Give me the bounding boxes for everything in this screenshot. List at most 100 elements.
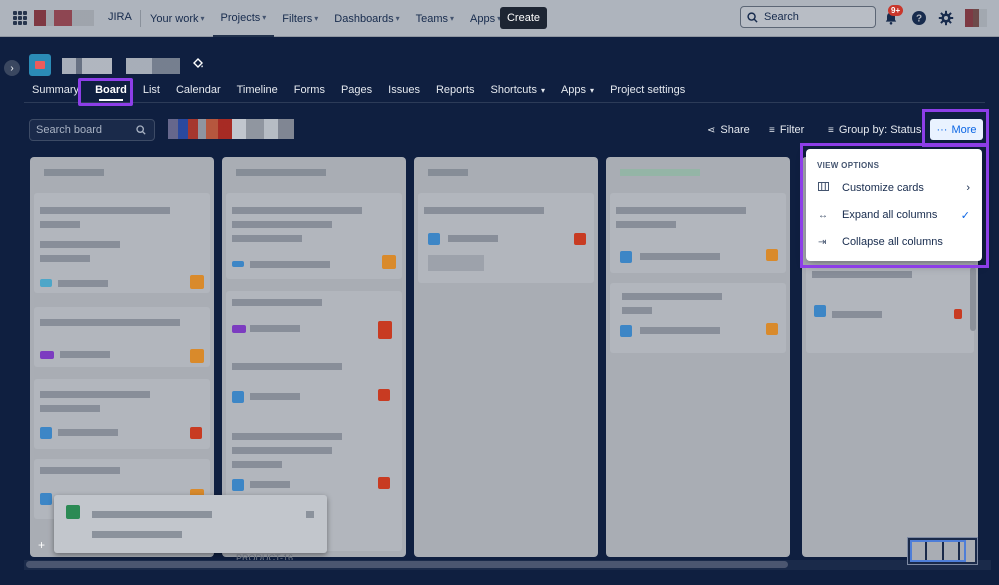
paint-icon[interactable]: [192, 57, 204, 72]
tab-label: Project settings: [610, 84, 686, 96]
search-placeholder: Search: [764, 11, 799, 23]
tab-apps[interactable]: Apps ▾: [553, 80, 602, 102]
tab-label: Forms: [293, 84, 325, 96]
chevron-down-icon: ▾: [262, 13, 267, 22]
issue-card[interactable]: [418, 193, 594, 283]
tab-calendar[interactable]: Calendar: [168, 80, 229, 102]
issue-card[interactable]: [610, 283, 786, 353]
horizontal-scrollbar[interactable]: [24, 560, 991, 570]
nav-label: Filters: [282, 12, 313, 25]
chevron-down-icon: ▾: [200, 14, 205, 23]
tab-label: Pages: [340, 84, 373, 96]
search-icon: [747, 11, 758, 23]
issue-card[interactable]: [34, 307, 210, 367]
help-icon[interactable]: ?: [910, 9, 928, 27]
tab-timeline[interactable]: Timeline: [229, 80, 286, 102]
add-icon[interactable]: +: [38, 538, 45, 552]
settings-icon[interactable]: [937, 9, 955, 27]
task-icon: [40, 493, 52, 505]
column-scrollbar[interactable]: [970, 267, 976, 331]
column-header: [236, 169, 326, 176]
nav-label: Dashboards: [334, 12, 394, 25]
tab-list[interactable]: List: [135, 80, 168, 102]
column-header: [44, 169, 104, 176]
tab-issues[interactable]: Issues: [380, 80, 428, 102]
nav-dashboards[interactable]: Dashboards ▾: [326, 0, 407, 37]
board-search-placeholder: Search board: [36, 124, 103, 136]
tab-pages[interactable]: Pages: [333, 80, 380, 102]
chevron-down-icon: ▾: [395, 14, 400, 23]
tab-label: Issues: [388, 84, 420, 96]
issue-card[interactable]: [806, 263, 974, 353]
task-icon: [232, 391, 244, 403]
group-by-label: Group by: Status: [838, 124, 922, 136]
chevron-down-icon: ▾: [540, 86, 545, 95]
tab-forms[interactable]: Forms: [286, 80, 333, 102]
minimap-viewport[interactable]: [910, 540, 966, 562]
dragging-issue-card[interactable]: [54, 495, 327, 553]
task-icon: [232, 261, 244, 267]
assignee-avatar: [766, 249, 778, 261]
tab-label: Reports: [435, 84, 475, 96]
chevron-down-icon: ▾: [450, 14, 455, 23]
assignee-avatar: [190, 349, 204, 363]
board-column: [606, 157, 790, 557]
notification-badge: 9+: [888, 5, 904, 16]
filter-button[interactable]: ≡ Filter: [769, 121, 804, 139]
issue-card[interactable]: [610, 193, 786, 273]
nav-projects[interactable]: Projects ▾: [212, 0, 275, 37]
task-icon: [814, 305, 826, 317]
search-icon: [136, 125, 146, 135]
expand-sidebar-button[interactable]: ›: [4, 60, 20, 76]
assignee-avatar: [190, 427, 202, 439]
board-column: [414, 157, 598, 557]
issue-card[interactable]: [34, 193, 210, 293]
chevron-right-icon: ›: [10, 62, 14, 74]
nav-label: Your work: [150, 12, 199, 25]
column-header: [620, 169, 700, 176]
tab-label: Summary: [32, 84, 80, 96]
assignee-avatar: [382, 255, 396, 269]
tab-label: Shortcuts: [490, 84, 537, 96]
top-navigation-bar: JIRA Your work ▾ Projects ▾ Filters ▾ Dashb…: [0, 0, 999, 37]
assignee-avatars[interactable]: [168, 119, 294, 139]
assignee-avatar: [574, 233, 586, 245]
share-icon: ⋖: [707, 124, 716, 136]
scrollbar-thumb[interactable]: [26, 561, 788, 568]
story-icon: [40, 279, 52, 287]
tab-label: List: [142, 84, 160, 96]
user-avatar[interactable]: [965, 9, 987, 27]
create-button[interactable]: Create: [500, 7, 547, 29]
board-minimap[interactable]: [907, 537, 978, 565]
highlight-box-view-options: [800, 143, 989, 268]
global-nav: Your work ▾ Projects ▾ Filters ▾ Dashboards…: [142, 0, 509, 37]
issue-card[interactable]: [34, 379, 210, 449]
app-switcher-icon[interactable]: [13, 11, 27, 25]
highlight-box-more-button: [922, 109, 989, 147]
company-logo[interactable]: [34, 10, 94, 26]
group-by-button[interactable]: ≡ Group by: Status: [828, 121, 921, 139]
tab-shortcuts[interactable]: Shortcuts ▾: [482, 80, 552, 102]
global-search-input[interactable]: Search: [740, 6, 876, 28]
assignee-avatar: [378, 321, 392, 339]
nav-filters[interactable]: Filters ▾: [274, 0, 326, 37]
nav-your-work[interactable]: Your work ▾: [142, 0, 213, 37]
app-name[interactable]: JIRA: [108, 11, 132, 23]
list-icon: ≡: [828, 124, 834, 136]
divider: [24, 102, 985, 103]
assignee-avatar: [954, 309, 962, 319]
svg-text:?: ?: [916, 14, 922, 25]
tab-label: Timeline: [236, 84, 278, 96]
project-avatar: [29, 54, 51, 76]
tab-project-settings[interactable]: Project settings: [602, 80, 693, 102]
project-name: [62, 58, 180, 74]
board-search-input[interactable]: Search board: [29, 119, 155, 141]
nav-teams[interactable]: Teams ▾: [408, 0, 462, 37]
assignee-avatar: [766, 323, 778, 335]
issue-card[interactable]: [226, 193, 402, 279]
assignee-avatar: [190, 275, 204, 289]
column-header: [428, 169, 468, 176]
task-icon: [40, 427, 52, 439]
tab-reports[interactable]: Reports: [428, 80, 483, 102]
share-button[interactable]: ⋖ Share: [707, 121, 750, 139]
